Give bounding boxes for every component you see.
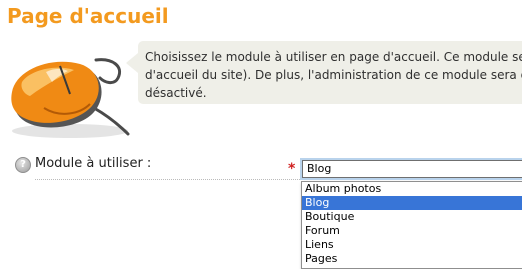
option-pages[interactable]: Pages	[302, 252, 522, 266]
question-mark-icon[interactable]: ?	[15, 157, 31, 173]
info-callout: Choisissez le module à utiliser en page …	[126, 41, 522, 104]
required-marker: *	[288, 161, 296, 177]
module-label: Module à utiliser :	[35, 156, 152, 171]
computer-mouse-logo	[11, 58, 130, 138]
module-dropdown-list[interactable]: Album photos Blog Boutique Forum Liens P…	[301, 181, 522, 269]
option-forum[interactable]: Forum	[302, 224, 522, 238]
page-title: Page d'accueil	[7, 4, 169, 28]
info-line: d'accueil du site). De plus, l'administr…	[145, 68, 522, 82]
field-divider	[35, 179, 300, 180]
info-text: Choisissez le module à utiliser en page …	[145, 48, 522, 102]
option-boutique[interactable]: Boutique	[302, 210, 522, 224]
option-liens[interactable]: Liens	[302, 238, 522, 252]
option-blog[interactable]: Blog	[302, 196, 522, 210]
module-select[interactable]: Blog	[302, 160, 522, 178]
info-line: Choisissez le module à utiliser en page …	[145, 50, 522, 64]
option-album-photos[interactable]: Album photos	[302, 182, 522, 196]
module-select-value: Blog	[307, 162, 332, 175]
info-line: désactivé.	[145, 86, 207, 100]
